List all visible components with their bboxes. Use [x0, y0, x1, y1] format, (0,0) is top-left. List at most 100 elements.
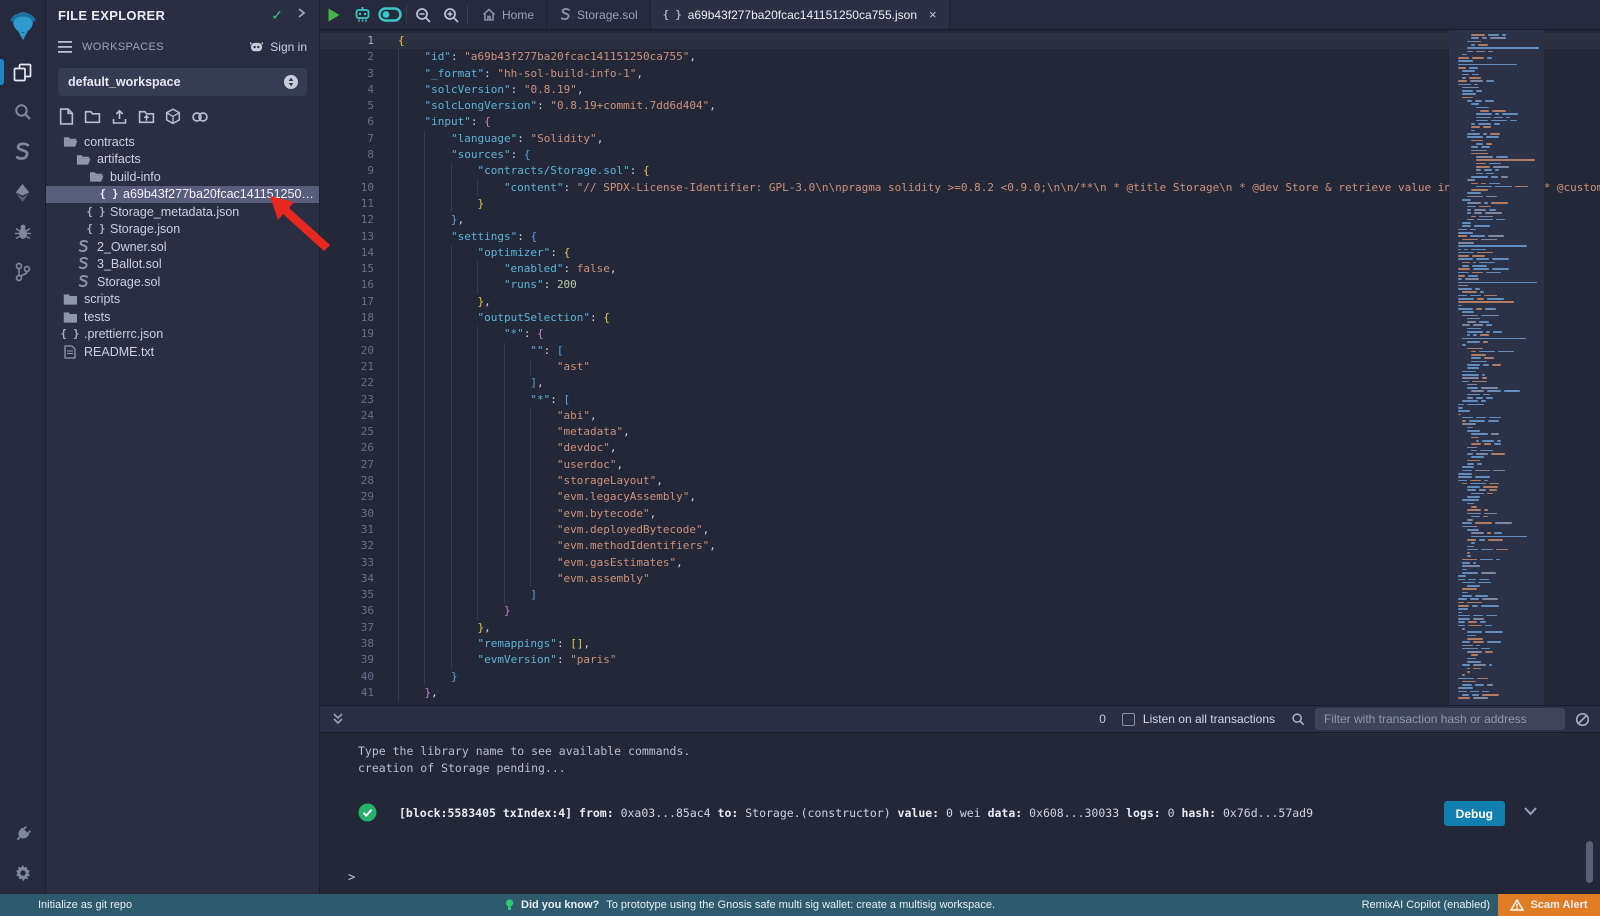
chevron-down-icon[interactable]	[1523, 805, 1538, 819]
code-line-34[interactable]: "evm.assembly"	[398, 571, 1600, 587]
code-line-25[interactable]: "metadata",	[398, 424, 1600, 440]
code-line-9[interactable]: "contracts/Storage.sol": {	[398, 163, 1600, 179]
search-icon[interactable]	[1291, 712, 1305, 726]
collapse-terminal-icon[interactable]	[332, 712, 344, 726]
code-line-38[interactable]: "remappings": [],	[398, 636, 1600, 652]
zoom-in-button[interactable]	[437, 0, 465, 29]
workspace-select[interactable]: default_workspace	[58, 68, 307, 96]
tab-home[interactable]: Home	[470, 0, 547, 29]
sidebar-item-search[interactable]	[0, 92, 46, 132]
code-line-24[interactable]: "abi",	[398, 408, 1600, 424]
new-file-button[interactable]	[59, 108, 74, 125]
zoom-in-icon	[443, 7, 459, 23]
code-line-31[interactable]: "evm.deployedBytecode",	[398, 522, 1600, 538]
code-line-36[interactable]: }	[398, 603, 1600, 619]
sidebar-item-git[interactable]	[0, 252, 46, 292]
code-line-28[interactable]: "storageLayout",	[398, 473, 1600, 489]
terminal-scrollbar[interactable]	[1586, 841, 1593, 883]
code-line-23[interactable]: "*": [	[398, 392, 1600, 408]
scam-alert-badge[interactable]: Scam Alert	[1498, 894, 1600, 916]
tree-item-contracts[interactable]: contracts	[46, 133, 319, 151]
terminal-prompt[interactable]: >	[348, 870, 355, 884]
listen-all-checkbox[interactable]	[1122, 713, 1135, 726]
code-line-21[interactable]: "ast"	[398, 359, 1600, 375]
sidebar-item-debugger[interactable]	[0, 212, 46, 252]
code-line-39[interactable]: "evmVersion": "paris"	[398, 652, 1600, 668]
code-line-35[interactable]: ]	[398, 587, 1600, 603]
code-line-17[interactable]: },	[398, 294, 1600, 310]
code-line-27[interactable]: "userdoc",	[398, 457, 1600, 473]
code-line-41[interactable]: },	[398, 685, 1600, 701]
code-line-22[interactable]: ],	[398, 375, 1600, 391]
tree-item-scripts[interactable]: scripts	[46, 291, 319, 309]
sidebar-item-deploy-run[interactable]	[0, 172, 46, 212]
code-line-20[interactable]: "": [	[398, 343, 1600, 359]
code-line-14[interactable]: "optimizer": {	[398, 245, 1600, 261]
sidebar-item-settings[interactable]	[0, 854, 46, 894]
code-line-3[interactable]: "_format": "hh-sol-build-info-1",	[398, 66, 1600, 82]
code-line-37[interactable]: },	[398, 620, 1600, 636]
code-line-19[interactable]: "*": {	[398, 326, 1600, 342]
transaction-log-row[interactable]: [block:5583405 txIndex:4] from: 0xa03...…	[358, 803, 1600, 822]
code-line-32[interactable]: "evm.methodIdentifiers",	[398, 538, 1600, 554]
code-line-26[interactable]: "devdoc",	[398, 440, 1600, 456]
tree-item-storage-sol[interactable]: Storage.sol	[46, 273, 319, 291]
code-line-1[interactable]: {	[398, 33, 1600, 49]
tree-item-artifacts[interactable]: artifacts	[46, 151, 319, 169]
cube-button[interactable]	[165, 108, 181, 125]
code-line-12[interactable]: },	[398, 212, 1600, 228]
new-folder-button[interactable]	[84, 109, 101, 124]
chevron-right-icon[interactable]	[297, 6, 307, 24]
sidebar-item-solidity-compiler[interactable]	[0, 132, 46, 172]
code-line-5[interactable]: "solcLongVersion": "0.8.19+commit.7dd6d4…	[398, 98, 1600, 114]
link-button[interactable]	[191, 110, 209, 124]
tree-item-label: scripts	[84, 292, 120, 306]
play-button[interactable]	[320, 0, 348, 29]
code-line-2[interactable]: "id": "a69b43f277ba20fcac141151250ca755"…	[398, 49, 1600, 65]
code-line-16[interactable]: "runs": 200	[398, 277, 1600, 293]
hamburger-menu-icon[interactable]	[58, 41, 72, 53]
tree-item-a69b43f277ba20fcac141151250ca7-[interactable]: { }a69b43f277ba20fcac141151250ca7...	[46, 186, 319, 204]
code-line-15[interactable]: "enabled": false,	[398, 261, 1600, 277]
sign-in-button[interactable]: Sign in	[249, 40, 307, 54]
code-line-6[interactable]: "input": {	[398, 114, 1600, 130]
upload-folder-button[interactable]	[138, 109, 155, 124]
toggle-button[interactable]	[376, 0, 404, 29]
tree-item-build-info[interactable]: build-info	[46, 168, 319, 186]
close-tab-icon[interactable]: ×	[929, 7, 937, 22]
tree-item-3-ballot-sol[interactable]: 3_Ballot.sol	[46, 256, 319, 274]
clear-terminal-icon[interactable]	[1575, 712, 1590, 727]
code-line-30[interactable]: "evm.bytecode",	[398, 506, 1600, 522]
sidebar-item-file-explorer[interactable]	[0, 52, 46, 92]
tree-item-readme-txt[interactable]: README.txt	[46, 343, 319, 361]
code-line-8[interactable]: "sources": {	[398, 147, 1600, 163]
code-line-7[interactable]: "language": "Solidity",	[398, 131, 1600, 147]
code-line-29[interactable]: "evm.legacyAssembly",	[398, 489, 1600, 505]
tree-item-storage-json[interactable]: { }Storage.json	[46, 221, 319, 239]
editor-minimap[interactable]	[1449, 30, 1544, 705]
upload-file-button[interactable]	[111, 109, 128, 125]
code-editor[interactable]: 1234567891011121314151617181920212223242…	[320, 30, 1600, 705]
code-line-40[interactable]: }	[398, 669, 1600, 685]
code-line-10[interactable]: "content": "// SPDX-License-Identifier: …	[398, 180, 1600, 196]
tab-a69b43f277ba20fcac141151250ca755-json[interactable]: { }a69b43f277ba20fcac141151250ca755.json…	[651, 0, 950, 29]
copilot-status[interactable]: RemixAI Copilot (enabled)	[1362, 899, 1490, 911]
code-line-33[interactable]: "evm.gasEstimates",	[398, 555, 1600, 571]
debug-button[interactable]: Debug	[1444, 801, 1505, 826]
tree-item-tests[interactable]: tests	[46, 308, 319, 326]
sidebar-item-remix-logo[interactable]	[0, 0, 46, 52]
robot-button[interactable]	[348, 0, 376, 29]
git-init-status[interactable]: Initialize as git repo	[38, 899, 132, 911]
code-line-13[interactable]: "settings": {	[398, 229, 1600, 245]
terminal-output: Type the library name to see available c…	[320, 733, 1600, 822]
code-line-11[interactable]: }	[398, 196, 1600, 212]
code-line-4[interactable]: "solcVersion": "0.8.19",	[398, 82, 1600, 98]
tree-item--prettierrc-json[interactable]: { }.prettierrc.json	[46, 326, 319, 344]
transaction-filter-input[interactable]	[1315, 708, 1565, 730]
tree-item-2-owner-sol[interactable]: 2_Owner.sol	[46, 238, 319, 256]
sidebar-item-plugin-manager[interactable]	[0, 814, 46, 854]
tree-item-storage-metadata-json[interactable]: { }Storage_metadata.json	[46, 203, 319, 221]
zoom-out-button[interactable]	[409, 0, 437, 29]
code-line-18[interactable]: "outputSelection": {	[398, 310, 1600, 326]
tab-storage-sol[interactable]: Storage.sol	[547, 0, 651, 29]
